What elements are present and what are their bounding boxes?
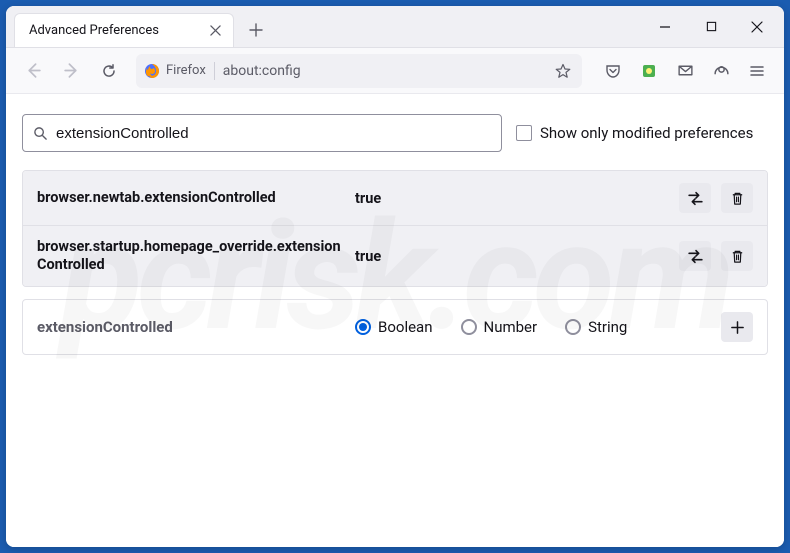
arrow-right-icon bbox=[63, 62, 80, 79]
arrow-left-icon bbox=[25, 62, 42, 79]
firefox-icon bbox=[144, 63, 160, 79]
pocket-button[interactable] bbox=[596, 54, 630, 88]
separator bbox=[214, 62, 215, 80]
search-icon bbox=[33, 126, 48, 141]
tab-close-button[interactable] bbox=[207, 23, 223, 39]
address-bar[interactable]: Firefox about:config bbox=[136, 54, 582, 88]
plus-icon bbox=[249, 23, 263, 37]
prefs-table: browser.newtab.extensionControlled true … bbox=[22, 170, 768, 287]
radio-icon bbox=[565, 319, 581, 335]
minimize-icon bbox=[659, 21, 671, 33]
search-box[interactable] bbox=[22, 114, 502, 152]
url-text: about:config bbox=[223, 63, 544, 79]
toolbar-right-icons bbox=[596, 54, 774, 88]
plus-icon bbox=[730, 320, 745, 335]
app-menu-button[interactable] bbox=[740, 54, 774, 88]
pref-value: true bbox=[355, 190, 671, 207]
pref-row[interactable]: browser.newtab.extensionControlled true bbox=[23, 171, 767, 226]
account-button[interactable] bbox=[704, 54, 738, 88]
identity-label: Firefox bbox=[166, 63, 206, 78]
close-icon bbox=[751, 21, 763, 33]
trash-icon bbox=[730, 249, 745, 264]
pref-name: browser.startup.homepage_override.extens… bbox=[37, 238, 347, 274]
type-options: Boolean Number String bbox=[355, 318, 713, 336]
identity-box[interactable]: Firefox bbox=[144, 63, 206, 79]
radio-label: Boolean bbox=[378, 318, 433, 336]
search-input[interactable] bbox=[56, 125, 491, 142]
reload-button[interactable] bbox=[92, 54, 126, 88]
show-modified-checkbox[interactable]: Show only modified preferences bbox=[516, 124, 753, 142]
back-button[interactable] bbox=[16, 54, 50, 88]
tab-bar: Advanced Preferences bbox=[6, 6, 784, 48]
close-icon bbox=[210, 25, 221, 36]
hamburger-icon bbox=[749, 63, 765, 79]
radio-icon bbox=[461, 319, 477, 335]
nav-toolbar: Firefox about:config bbox=[6, 48, 784, 94]
radio-label: String bbox=[588, 318, 627, 336]
extension-icon bbox=[641, 63, 657, 79]
add-pref-button[interactable] bbox=[721, 312, 753, 342]
maximize-icon bbox=[706, 21, 717, 32]
tab-advanced-preferences[interactable]: Advanced Preferences bbox=[14, 13, 234, 47]
tab-title: Advanced Preferences bbox=[29, 23, 159, 38]
bookmark-button[interactable] bbox=[552, 63, 574, 79]
radio-icon bbox=[355, 319, 371, 335]
trash-icon bbox=[730, 191, 745, 206]
window-controls bbox=[642, 6, 784, 47]
toggle-button[interactable] bbox=[679, 241, 711, 271]
minimize-button[interactable] bbox=[642, 10, 688, 44]
account-icon bbox=[713, 62, 730, 79]
pref-name: browser.newtab.extensionControlled bbox=[37, 189, 347, 207]
radio-label: Number bbox=[484, 318, 538, 336]
checkbox-icon bbox=[516, 125, 532, 141]
about-config-content: Show only modified preferences browser.n… bbox=[6, 94, 784, 547]
toggle-icon bbox=[687, 190, 704, 207]
maximize-button[interactable] bbox=[688, 10, 734, 44]
radio-boolean[interactable]: Boolean bbox=[355, 318, 433, 336]
new-pref-name: extensionControlled bbox=[37, 318, 347, 336]
extension-button[interactable] bbox=[632, 54, 666, 88]
row-actions bbox=[679, 183, 753, 213]
new-tab-button[interactable] bbox=[242, 16, 270, 44]
show-modified-label: Show only modified preferences bbox=[540, 124, 753, 142]
star-icon bbox=[555, 63, 571, 79]
reload-icon bbox=[101, 63, 117, 79]
forward-button[interactable] bbox=[54, 54, 88, 88]
pref-value: true bbox=[355, 248, 671, 265]
toggle-icon bbox=[687, 248, 704, 265]
radio-string[interactable]: String bbox=[565, 318, 627, 336]
radio-number[interactable]: Number bbox=[461, 318, 538, 336]
delete-button[interactable] bbox=[721, 241, 753, 271]
delete-button[interactable] bbox=[721, 183, 753, 213]
search-row: Show only modified preferences bbox=[22, 114, 768, 152]
browser-window: Advanced Preferences bbox=[6, 6, 784, 547]
pref-row[interactable]: browser.startup.homepage_override.extens… bbox=[23, 226, 767, 286]
mail-button[interactable] bbox=[668, 54, 702, 88]
close-window-button[interactable] bbox=[734, 10, 780, 44]
pocket-icon bbox=[605, 63, 621, 79]
new-pref-row: extensionControlled Boolean Number Strin… bbox=[22, 299, 768, 355]
row-actions bbox=[679, 241, 753, 271]
mail-icon bbox=[677, 62, 694, 79]
toggle-button[interactable] bbox=[679, 183, 711, 213]
